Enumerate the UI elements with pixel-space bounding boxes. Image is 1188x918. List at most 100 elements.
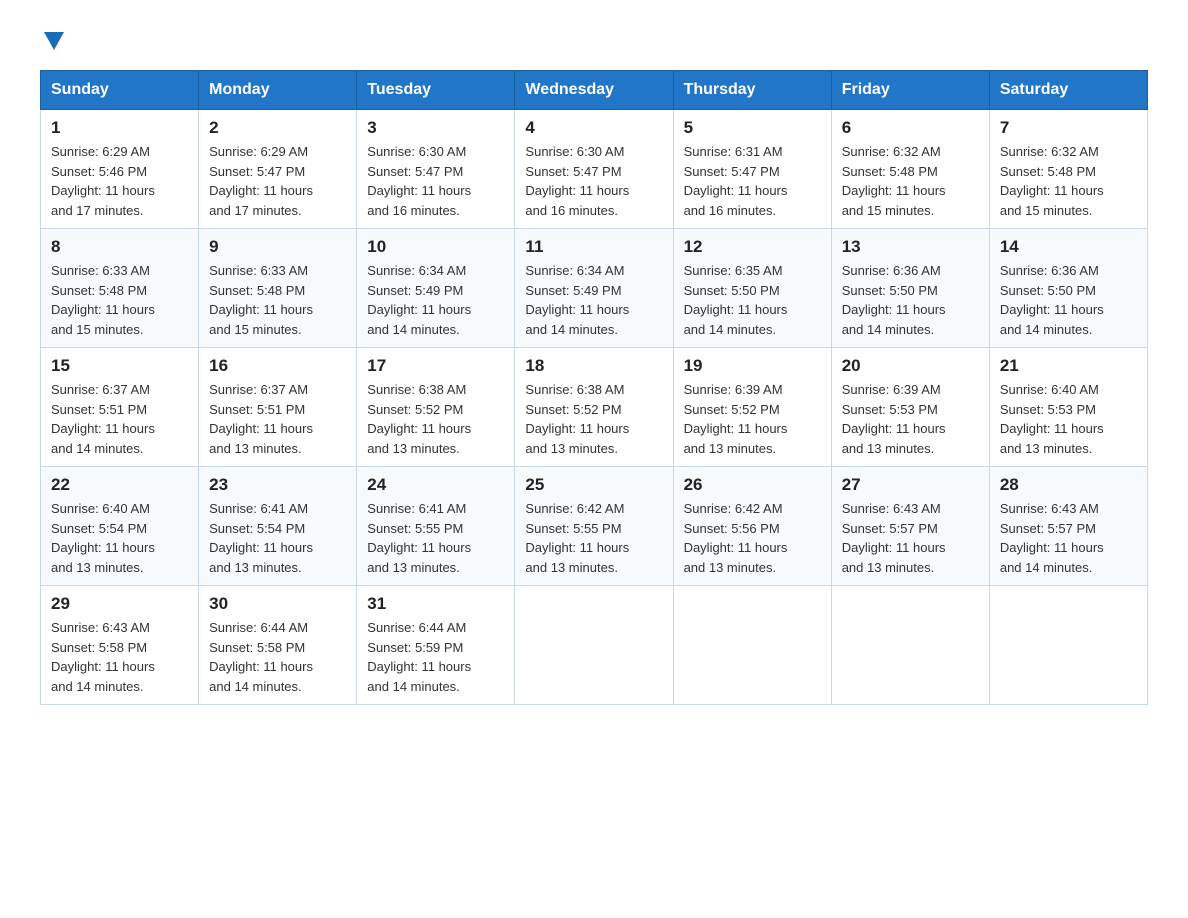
day-info: Sunrise: 6:42 AMSunset: 5:55 PMDaylight:… <box>525 499 662 577</box>
day-info: Sunrise: 6:32 AMSunset: 5:48 PMDaylight:… <box>842 142 979 220</box>
day-number: 11 <box>525 237 662 257</box>
calendar-cell: 15 Sunrise: 6:37 AMSunset: 5:51 PMDayligh… <box>41 348 199 467</box>
calendar-cell: 29 Sunrise: 6:43 AMSunset: 5:58 PMDayligh… <box>41 586 199 705</box>
logo <box>40 30 64 50</box>
weekday-header-monday: Monday <box>199 71 357 110</box>
day-info: Sunrise: 6:31 AMSunset: 5:47 PMDaylight:… <box>684 142 821 220</box>
calendar-cell: 20 Sunrise: 6:39 AMSunset: 5:53 PMDayligh… <box>831 348 989 467</box>
calendar-week-2: 8 Sunrise: 6:33 AMSunset: 5:48 PMDaylight… <box>41 229 1148 348</box>
day-number: 27 <box>842 475 979 495</box>
day-info: Sunrise: 6:41 AMSunset: 5:54 PMDaylight:… <box>209 499 346 577</box>
calendar-cell: 26 Sunrise: 6:42 AMSunset: 5:56 PMDayligh… <box>673 467 831 586</box>
day-info: Sunrise: 6:36 AMSunset: 5:50 PMDaylight:… <box>1000 261 1137 339</box>
day-number: 12 <box>684 237 821 257</box>
calendar-cell: 21Sunrise: 6:40 AMSunset: 5:53 PMDayligh… <box>989 348 1147 467</box>
calendar-cell: 9 Sunrise: 6:33 AMSunset: 5:48 PMDaylight… <box>199 229 357 348</box>
calendar-cell: 30 Sunrise: 6:44 AMSunset: 5:58 PMDayligh… <box>199 586 357 705</box>
day-info: Sunrise: 6:30 AMSunset: 5:47 PMDaylight:… <box>525 142 662 220</box>
calendar-cell: 24 Sunrise: 6:41 AMSunset: 5:55 PMDayligh… <box>357 467 515 586</box>
day-info: Sunrise: 6:39 AMSunset: 5:53 PMDaylight:… <box>842 380 979 458</box>
day-number: 8 <box>51 237 188 257</box>
calendar-cell: 12 Sunrise: 6:35 AMSunset: 5:50 PMDayligh… <box>673 229 831 348</box>
calendar-cell: 17 Sunrise: 6:38 AMSunset: 5:52 PMDayligh… <box>357 348 515 467</box>
day-number: 3 <box>367 118 504 138</box>
calendar-cell: 13Sunrise: 6:36 AMSunset: 5:50 PMDayligh… <box>831 229 989 348</box>
weekday-header-thursday: Thursday <box>673 71 831 110</box>
day-number: 15 <box>51 356 188 376</box>
day-info: Sunrise: 6:44 AMSunset: 5:58 PMDaylight:… <box>209 618 346 696</box>
calendar-cell <box>673 586 831 705</box>
calendar-cell: 28Sunrise: 6:43 AMSunset: 5:57 PMDayligh… <box>989 467 1147 586</box>
weekday-header-wednesday: Wednesday <box>515 71 673 110</box>
calendar-cell: 27 Sunrise: 6:43 AMSunset: 5:57 PMDayligh… <box>831 467 989 586</box>
day-info: Sunrise: 6:32 AMSunset: 5:48 PMDaylight:… <box>1000 142 1137 220</box>
day-info: Sunrise: 6:37 AMSunset: 5:51 PMDaylight:… <box>51 380 188 458</box>
calendar-week-4: 22Sunrise: 6:40 AMSunset: 5:54 PMDayligh… <box>41 467 1148 586</box>
day-number: 30 <box>209 594 346 614</box>
day-number: 20 <box>842 356 979 376</box>
day-number: 9 <box>209 237 346 257</box>
day-number: 21 <box>1000 356 1137 376</box>
day-info: Sunrise: 6:41 AMSunset: 5:55 PMDaylight:… <box>367 499 504 577</box>
day-info: Sunrise: 6:43 AMSunset: 5:58 PMDaylight:… <box>51 618 188 696</box>
day-number: 17 <box>367 356 504 376</box>
day-info: Sunrise: 6:29 AMSunset: 5:46 PMDaylight:… <box>51 142 188 220</box>
day-number: 14 <box>1000 237 1137 257</box>
calendar-cell <box>515 586 673 705</box>
day-info: Sunrise: 6:38 AMSunset: 5:52 PMDaylight:… <box>367 380 504 458</box>
logo-triangle-icon <box>44 32 64 50</box>
day-number: 10 <box>367 237 504 257</box>
weekday-header-saturday: Saturday <box>989 71 1147 110</box>
day-info: Sunrise: 6:37 AMSunset: 5:51 PMDaylight:… <box>209 380 346 458</box>
calendar-cell: 10 Sunrise: 6:34 AMSunset: 5:49 PMDayligh… <box>357 229 515 348</box>
day-number: 24 <box>367 475 504 495</box>
day-info: Sunrise: 6:38 AMSunset: 5:52 PMDaylight:… <box>525 380 662 458</box>
day-number: 18 <box>525 356 662 376</box>
calendar-cell: 25 Sunrise: 6:42 AMSunset: 5:55 PMDayligh… <box>515 467 673 586</box>
calendar-cell: 4 Sunrise: 6:30 AMSunset: 5:47 PMDaylight… <box>515 110 673 229</box>
day-number: 16 <box>209 356 346 376</box>
day-number: 19 <box>684 356 821 376</box>
day-info: Sunrise: 6:29 AMSunset: 5:47 PMDaylight:… <box>209 142 346 220</box>
day-info: Sunrise: 6:42 AMSunset: 5:56 PMDaylight:… <box>684 499 821 577</box>
calendar-week-3: 15 Sunrise: 6:37 AMSunset: 5:51 PMDayligh… <box>41 348 1148 467</box>
day-number: 31 <box>367 594 504 614</box>
calendar-cell: 19 Sunrise: 6:39 AMSunset: 5:52 PMDayligh… <box>673 348 831 467</box>
day-number: 25 <box>525 475 662 495</box>
calendar-cell: 11 Sunrise: 6:34 AMSunset: 5:49 PMDayligh… <box>515 229 673 348</box>
day-number: 5 <box>684 118 821 138</box>
day-number: 26 <box>684 475 821 495</box>
day-info: Sunrise: 6:39 AMSunset: 5:52 PMDaylight:… <box>684 380 821 458</box>
calendar-cell: 22Sunrise: 6:40 AMSunset: 5:54 PMDayligh… <box>41 467 199 586</box>
weekday-header-sunday: Sunday <box>41 71 199 110</box>
day-info: Sunrise: 6:35 AMSunset: 5:50 PMDaylight:… <box>684 261 821 339</box>
day-info: Sunrise: 6:36 AMSunset: 5:50 PMDaylight:… <box>842 261 979 339</box>
day-number: 1 <box>51 118 188 138</box>
day-number: 4 <box>525 118 662 138</box>
calendar-cell: 6Sunrise: 6:32 AMSunset: 5:48 PMDaylight… <box>831 110 989 229</box>
calendar-cell: 7Sunrise: 6:32 AMSunset: 5:48 PMDaylight… <box>989 110 1147 229</box>
day-info: Sunrise: 6:33 AMSunset: 5:48 PMDaylight:… <box>51 261 188 339</box>
day-info: Sunrise: 6:43 AMSunset: 5:57 PMDaylight:… <box>1000 499 1137 577</box>
day-info: Sunrise: 6:40 AMSunset: 5:54 PMDaylight:… <box>51 499 188 577</box>
day-info: Sunrise: 6:34 AMSunset: 5:49 PMDaylight:… <box>367 261 504 339</box>
calendar-week-5: 29 Sunrise: 6:43 AMSunset: 5:58 PMDayligh… <box>41 586 1148 705</box>
calendar-cell: 23 Sunrise: 6:41 AMSunset: 5:54 PMDayligh… <box>199 467 357 586</box>
calendar-cell: 5 Sunrise: 6:31 AMSunset: 5:47 PMDaylight… <box>673 110 831 229</box>
day-number: 2 <box>209 118 346 138</box>
calendar-cell: 8 Sunrise: 6:33 AMSunset: 5:48 PMDaylight… <box>41 229 199 348</box>
calendar-cell: 18 Sunrise: 6:38 AMSunset: 5:52 PMDayligh… <box>515 348 673 467</box>
weekday-header-tuesday: Tuesday <box>357 71 515 110</box>
day-info: Sunrise: 6:30 AMSunset: 5:47 PMDaylight:… <box>367 142 504 220</box>
calendar-cell <box>831 586 989 705</box>
day-number: 23 <box>209 475 346 495</box>
day-number: 29 <box>51 594 188 614</box>
page-header <box>40 30 1148 50</box>
calendar-week-1: 1 Sunrise: 6:29 AMSunset: 5:46 PMDaylight… <box>41 110 1148 229</box>
calendar-cell: 3 Sunrise: 6:30 AMSunset: 5:47 PMDaylight… <box>357 110 515 229</box>
calendar-cell: 14 Sunrise: 6:36 AMSunset: 5:50 PMDayligh… <box>989 229 1147 348</box>
calendar-cell: 16 Sunrise: 6:37 AMSunset: 5:51 PMDayligh… <box>199 348 357 467</box>
day-info: Sunrise: 6:34 AMSunset: 5:49 PMDaylight:… <box>525 261 662 339</box>
day-info: Sunrise: 6:33 AMSunset: 5:48 PMDaylight:… <box>209 261 346 339</box>
day-info: Sunrise: 6:43 AMSunset: 5:57 PMDaylight:… <box>842 499 979 577</box>
